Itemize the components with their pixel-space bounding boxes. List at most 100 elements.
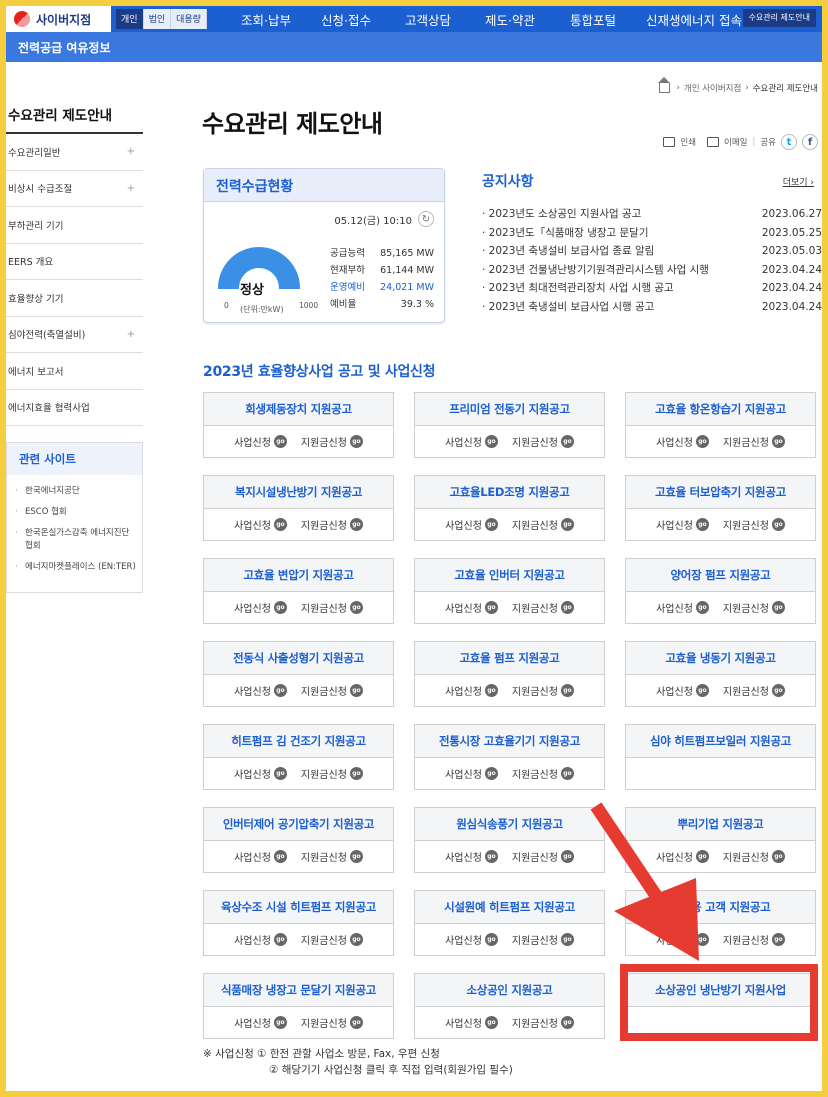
go-icon[interactable]: go — [560, 684, 574, 697]
subsidy-link[interactable]: 지원금신청 go — [301, 849, 363, 864]
menu-inquiry-payment[interactable]: 조회·납부 — [228, 6, 304, 32]
notice-item[interactable]: · 2023년도「식품매장 냉장고 문달기 2023.05.25 — [482, 224, 822, 243]
email-button[interactable]: 이메일 — [724, 136, 747, 148]
program-card-title[interactable]: 고효율 인버터 지원공고 — [415, 559, 604, 592]
notice-item[interactable]: · 2023년 축냉설비 보급사업 시행 공고 2023.04.24 — [482, 298, 822, 317]
go-icon[interactable]: go — [349, 767, 363, 780]
notice-more-link[interactable]: 더보기 › — [783, 175, 814, 188]
refresh-icon[interactable]: ↻ — [418, 211, 434, 227]
sidebar-item-eers[interactable]: EERS 개요 — [6, 244, 143, 280]
apply-link[interactable]: 사업신청 go — [656, 434, 709, 449]
notice-item-title[interactable]: · 2023년도 소상공인 지원사업 공고 — [482, 205, 647, 224]
subsidy-link[interactable]: 지원금신청 go — [512, 1015, 574, 1030]
apply-link[interactable]: 사업신청 go — [656, 517, 709, 532]
menu-integrated-portal[interactable]: 통합포털 — [552, 6, 634, 32]
related-site-link[interactable]: ESCO 협회 — [15, 506, 136, 519]
sidebar-item-efficiency-devices[interactable]: 효율향상 기기 — [6, 280, 143, 317]
notice-item-title[interactable]: · 2023년도「식품매장 냉장고 문달기 — [482, 224, 655, 243]
apply-link[interactable]: 사업신청 go — [656, 600, 709, 615]
print-button[interactable]: 인쇄 — [680, 136, 696, 148]
go-icon[interactable]: go — [771, 518, 785, 531]
notice-item[interactable]: · 2023년 건물냉난방기기원격관리시스템 사업 시행 2023.04.24 — [482, 261, 822, 280]
email-icon[interactable] — [707, 137, 720, 147]
go-icon[interactable]: go — [484, 1016, 498, 1029]
program-card-title[interactable]: 고효율 항온항습기 지원공고 — [626, 393, 815, 426]
program-card-title[interactable]: 소상공인 지원공고 — [415, 974, 604, 1007]
related-site-link[interactable]: 한국온실가스감축 에너지진단협회 — [15, 527, 136, 553]
notice-item-title[interactable]: · 2023년 축냉설비 보급사업 시행 공고 — [482, 298, 660, 317]
go-icon[interactable]: go — [560, 601, 574, 614]
go-icon[interactable]: go — [484, 518, 498, 531]
go-icon[interactable]: go — [349, 601, 363, 614]
go-icon[interactable]: go — [273, 850, 287, 863]
go-icon[interactable]: go — [695, 435, 709, 448]
go-icon[interactable]: go — [771, 601, 785, 614]
sidebar-item-load-devices[interactable]: 부하관리 기기 — [6, 207, 143, 244]
subsidy-link[interactable]: 지원금신청 go — [512, 683, 574, 698]
menu-customer-service[interactable]: 고객상담 — [388, 6, 468, 32]
program-card-title[interactable]: 프리미엄 전동기 지원공고 — [415, 393, 604, 426]
program-card-title[interactable]: 고효율 펌프 지원공고 — [415, 642, 604, 675]
apply-link[interactable]: 사업신청 go — [445, 1015, 498, 1030]
menu-policy-terms[interactable]: 제도·약관 — [468, 6, 552, 32]
subsidy-link[interactable]: 지원금신청 go — [512, 932, 574, 947]
notice-item[interactable]: · 2023년도 소상공인 지원사업 공고 2023.06.27 — [482, 205, 822, 224]
apply-link[interactable]: 사업신청 go — [656, 932, 709, 947]
subsidy-link[interactable]: 지원금신청 go — [301, 434, 363, 449]
subsidy-link[interactable]: 지원금신청 go — [512, 517, 574, 532]
go-icon[interactable]: go — [273, 933, 287, 946]
subsidy-link[interactable]: 지원금신청 go — [723, 932, 785, 947]
go-icon[interactable]: go — [771, 684, 785, 697]
apply-link[interactable]: 사업신청 go — [234, 517, 287, 532]
go-icon[interactable]: go — [273, 684, 287, 697]
apply-link[interactable]: 사업신청 go — [445, 600, 498, 615]
go-icon[interactable]: go — [560, 518, 574, 531]
subsidy-link[interactable]: 지원금신청 go — [512, 434, 574, 449]
go-icon[interactable]: go — [771, 850, 785, 863]
program-card-title[interactable]: 고효율 터보압축기 지원공고 — [626, 476, 815, 509]
current-page-tag[interactable]: 수요관리 제도안내 — [742, 9, 816, 27]
go-icon[interactable]: go — [349, 850, 363, 863]
go-icon[interactable]: go — [695, 933, 709, 946]
apply-link[interactable]: 사업신청 go — [445, 434, 498, 449]
program-card-title[interactable]: 고효율 변압기 지원공고 — [204, 559, 393, 592]
tab-large[interactable]: 대용량 — [171, 9, 207, 29]
tab-personal[interactable]: 개인 — [116, 9, 144, 29]
go-icon[interactable]: go — [771, 435, 785, 448]
go-icon[interactable]: go — [484, 933, 498, 946]
program-card-title[interactable]: 원심식송풍기 지원공고 — [415, 808, 604, 841]
apply-link[interactable]: 사업신청 go — [445, 849, 498, 864]
apply-link[interactable]: 사업신청 go — [234, 849, 287, 864]
facebook-icon[interactable]: f — [802, 134, 818, 150]
go-icon[interactable]: go — [695, 684, 709, 697]
go-icon[interactable]: go — [273, 435, 287, 448]
subsidy-link[interactable]: 지원금신청 go — [301, 766, 363, 781]
subsidy-link[interactable]: 지원금신청 go — [512, 600, 574, 615]
subsidy-link[interactable]: 지원금신청 go — [723, 683, 785, 698]
site-logo[interactable]: 사이버지점 — [6, 6, 111, 32]
apply-link[interactable]: 사업신청 go — [445, 683, 498, 698]
go-icon[interactable]: go — [484, 684, 498, 697]
apply-link[interactable]: 사업신청 go — [234, 600, 287, 615]
notice-item[interactable]: · 2023년 축냉설비 보급사업 종료 알림 2023.05.03 — [482, 242, 822, 261]
go-icon[interactable]: go — [349, 518, 363, 531]
program-card-title[interactable]: 인버터제어 공기압축기 지원공고 — [204, 808, 393, 841]
program-card-title[interactable]: 시설원예 히트펌프 지원공고 — [415, 891, 604, 924]
apply-link[interactable]: 사업신청 go — [234, 932, 287, 947]
go-icon[interactable]: go — [273, 601, 287, 614]
program-card-title[interactable]: 양어장 펌프 지원공고 — [626, 559, 815, 592]
go-icon[interactable]: go — [273, 767, 287, 780]
program-card-title[interactable]: 고효율LED조명 지원공고 — [415, 476, 604, 509]
notice-item[interactable]: · 2023년 최대전력관리장치 사업 시행 공고 2023.04.24 — [482, 279, 822, 298]
related-site-link[interactable]: 에너지마켓플레이스 (EN:TER) — [15, 561, 136, 574]
apply-link[interactable]: 사업신청 go — [656, 683, 709, 698]
apply-link[interactable]: 사업신청 go — [445, 766, 498, 781]
subsidy-link[interactable]: 지원금신청 go — [723, 434, 785, 449]
related-site-link[interactable]: 한국에너지공단 — [15, 485, 136, 498]
subsidy-link[interactable]: 지원금신청 go — [301, 683, 363, 698]
program-card-title[interactable]: 식품매장 냉장고 문달기 지원공고 — [204, 974, 393, 1007]
home-icon[interactable] — [658, 77, 671, 93]
subsidy-link[interactable]: 지원금신청 go — [723, 849, 785, 864]
go-icon[interactable]: go — [695, 601, 709, 614]
notice-item-title[interactable]: · 2023년 건물냉난방기기원격관리시스템 사업 시행 — [482, 261, 715, 280]
